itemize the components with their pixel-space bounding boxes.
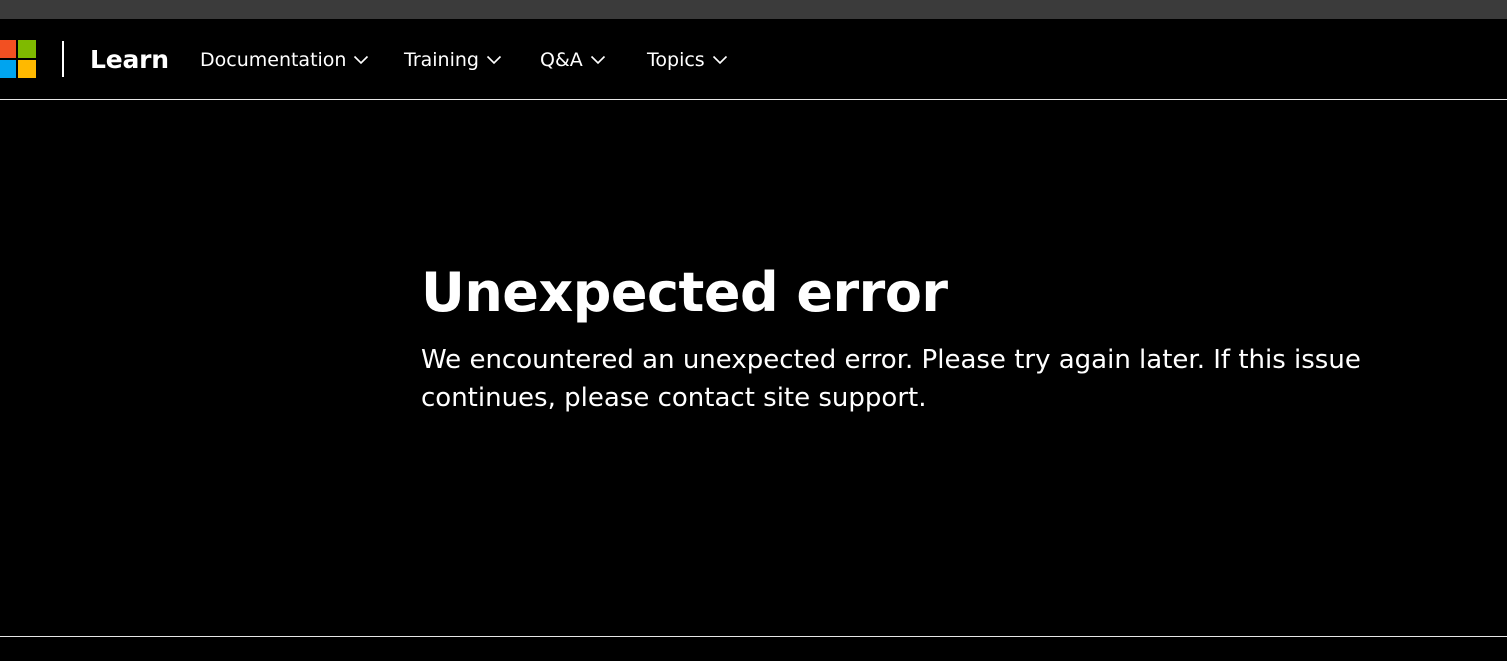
nav-item-documentation[interactable]: Documentation <box>200 47 369 73</box>
page-title: Unexpected error <box>421 261 948 324</box>
error-message: We encountered an unexpected error. Plea… <box>421 345 1361 413</box>
chevron-down-icon <box>590 55 605 65</box>
nav-item-qa[interactable]: Q&A <box>540 47 606 73</box>
nav-item-training[interactable]: Training <box>404 47 502 73</box>
nav-item-label: Documentation <box>200 49 347 71</box>
error-content: Unexpected error We encountered an unexp… <box>421 255 1421 417</box>
logo-square-red <box>0 40 16 58</box>
brand-link-learn[interactable]: Learn <box>90 43 169 77</box>
chevron-down-icon <box>486 55 502 65</box>
logo-square-green <box>18 40 36 58</box>
nav-item-label: Training <box>404 49 479 71</box>
chevron-down-icon <box>354 55 369 65</box>
site-header: Learn Documentation Training Q&A Topics <box>0 19 1507 100</box>
browser-top-strip <box>0 0 1507 19</box>
chevron-down-icon <box>712 55 727 65</box>
logo-square-yellow <box>18 60 36 78</box>
nav-item-topics[interactable]: Topics <box>647 47 728 73</box>
nav-item-label: Topics <box>647 49 705 71</box>
footer-divider <box>0 636 1507 637</box>
microsoft-logo-icon[interactable] <box>0 40 38 80</box>
header-divider <box>62 41 64 77</box>
logo-square-blue <box>0 60 16 78</box>
nav-item-label: Q&A <box>540 49 583 71</box>
